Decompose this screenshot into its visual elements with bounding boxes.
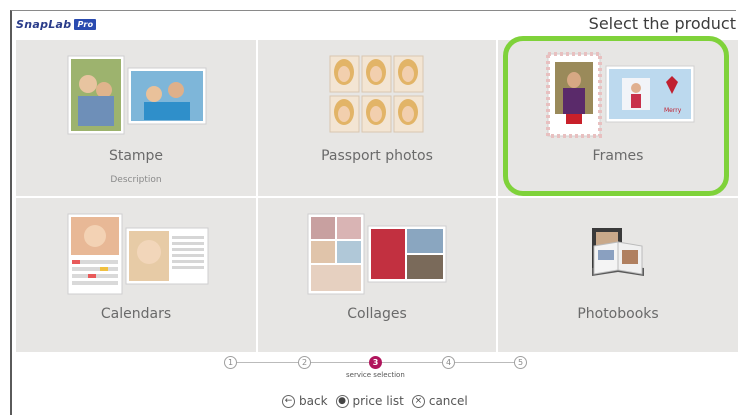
step-3-active: 3 (369, 356, 382, 369)
product-tile-frames[interactable]: Merry Frames (498, 40, 738, 196)
product-description: Description (110, 175, 162, 185)
step-5: 5 (514, 356, 527, 369)
step-1: 1 (224, 356, 237, 369)
step-4: 4 (442, 356, 455, 369)
product-label: Collages (347, 306, 407, 322)
price-list-button[interactable]: ● price list (335, 394, 404, 408)
back-label: back (299, 394, 328, 408)
photobooks-icon (592, 228, 644, 276)
snaplab-logo: SnapLab Pro (16, 18, 97, 31)
product-tile-passport-photos[interactable]: Passport photos (258, 40, 496, 196)
step-caption: service selection (346, 371, 405, 379)
product-tile-stampe[interactable]: Stampe Description (16, 40, 256, 196)
back-button[interactable]: ← back (282, 394, 328, 408)
calendars-icon (67, 213, 209, 295)
svg-text:Merry: Merry (664, 107, 682, 114)
collages-icon (307, 213, 447, 295)
frames-icon: Merry (546, 52, 695, 138)
price-list-label: price list (352, 394, 404, 408)
close-icon: × (411, 394, 425, 408)
product-tile-photobooks[interactable]: Photobooks (498, 198, 738, 352)
radio-dot-icon: ● (335, 394, 349, 408)
product-label: Passport photos (321, 148, 433, 164)
bottom-nav: ← back ● price list × cancel (282, 392, 476, 410)
logo-pro-badge: Pro (74, 19, 97, 30)
progress-stepper: 1 2 3 4 5 service selection (220, 356, 540, 386)
photo-prints-icon (67, 55, 207, 135)
product-tile-collages[interactable]: Collages (258, 198, 496, 352)
cancel-label: cancel (428, 394, 468, 408)
logo-text: SnapLab (16, 18, 72, 31)
cancel-button[interactable]: × cancel (411, 394, 468, 408)
passport-photos-icon (329, 55, 424, 133)
product-grid: Stampe Description Passport photos Merry… (16, 40, 738, 352)
product-label: Photobooks (577, 306, 659, 322)
product-label: Stampe (108, 148, 164, 164)
arrow-left-icon: ← (282, 394, 295, 408)
product-label: Calendars (100, 306, 172, 322)
product-label: Frames (592, 148, 644, 164)
product-tile-calendars[interactable]: Calendars (16, 198, 256, 352)
step-2: 2 (298, 356, 311, 369)
page-title: Select the product (588, 14, 736, 33)
